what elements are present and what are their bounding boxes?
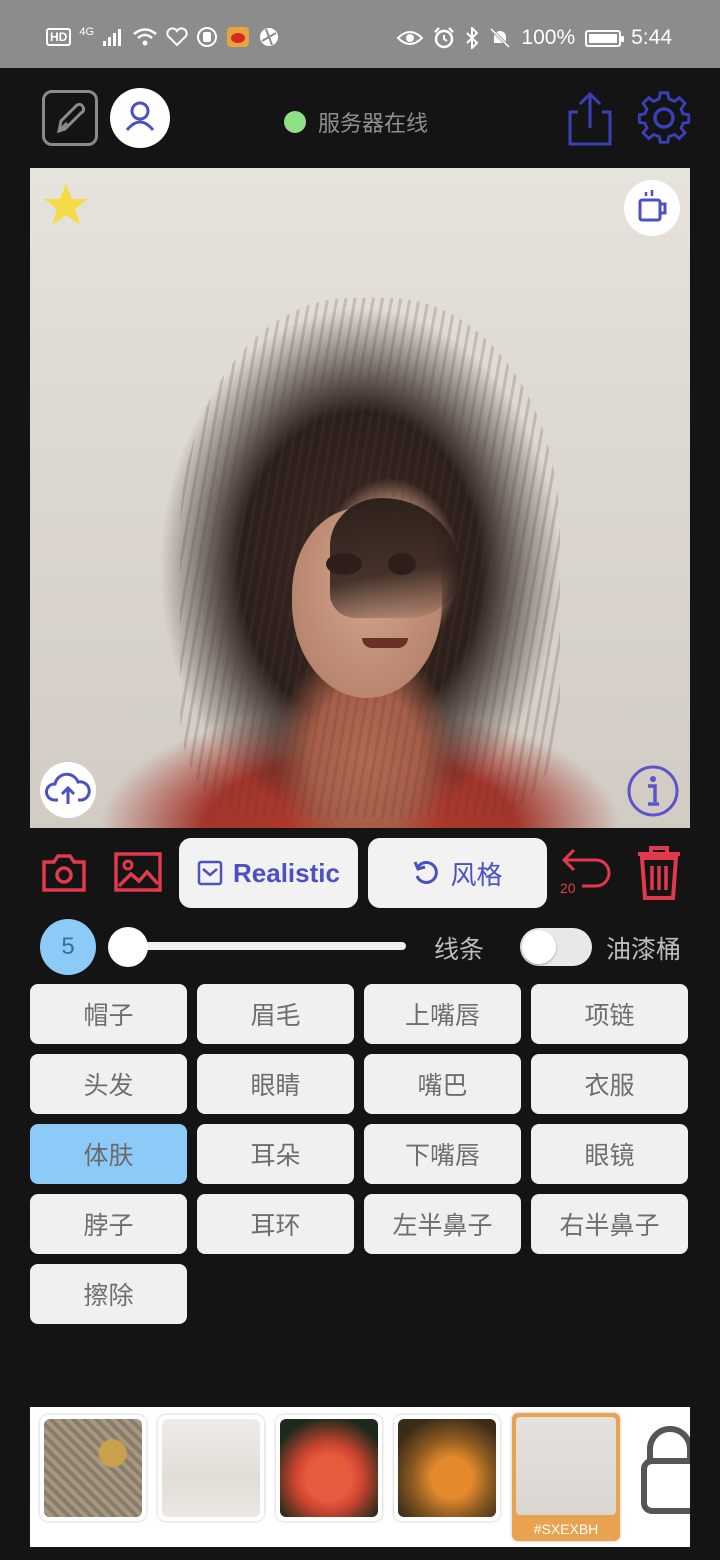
user-profile-button[interactable]: [110, 88, 170, 148]
clock: 5:44: [631, 26, 672, 49]
part-chip[interactable]: 耳环: [197, 1194, 354, 1254]
coffee-cup-icon: [638, 190, 667, 222]
favorite-button[interactable]: [42, 182, 90, 228]
part-chip[interactable]: 眉毛: [197, 984, 354, 1044]
undo-count: 20: [560, 880, 576, 896]
user-icon: [125, 101, 155, 131]
info-button[interactable]: [626, 764, 680, 818]
server-online-dot: [284, 111, 306, 133]
trash-icon: [638, 846, 680, 900]
alarm-icon: [434, 27, 455, 49]
part-chip[interactable]: 嘴巴: [364, 1054, 521, 1114]
texture-strip[interactable]: #SXEXBH: [30, 1407, 690, 1547]
network-type-label: 4G: [79, 26, 95, 38]
server-status-text: 服务器在线: [318, 112, 429, 137]
gear-icon: [637, 91, 691, 144]
refresh-icon: [414, 860, 439, 884]
camera-icon: [42, 854, 86, 892]
part-chip[interactable]: 项链: [531, 984, 688, 1044]
checkbox-icon: [197, 860, 223, 886]
part-chip[interactable]: 耳朵: [197, 1124, 354, 1184]
edit-mode-button[interactable]: [42, 90, 98, 146]
texture-swatch: [516, 1417, 616, 1515]
paint-bucket-toggle[interactable]: [520, 928, 592, 966]
texture-swatch: [280, 1419, 378, 1517]
delete-button[interactable]: [634, 844, 684, 902]
part-chip[interactable]: 眼镜: [531, 1124, 688, 1184]
undo-button[interactable]: 20: [560, 846, 616, 898]
texture-thumbnail[interactable]: [40, 1415, 146, 1521]
hd-label: HD: [46, 28, 72, 46]
status-bar: HD 4G 100% 5:44: [0, 0, 720, 68]
texture-thumbnail[interactable]: [276, 1415, 382, 1521]
texture-thumbnail-selected[interactable]: #SXEXBH: [512, 1413, 620, 1541]
bluetooth-icon: [466, 27, 479, 49]
wifi-icon: [133, 28, 157, 46]
part-chip[interactable]: 脖子: [30, 1194, 187, 1254]
realistic-label: Realistic: [233, 857, 340, 888]
part-chip[interactable]: 上嘴唇: [364, 984, 521, 1044]
cloud-upload-button[interactable]: [40, 762, 96, 818]
pen-icon: [57, 102, 86, 134]
part-chip[interactable]: 下嘴唇: [364, 1124, 521, 1184]
style-label: 风格: [450, 860, 503, 891]
signal-icon: [103, 29, 122, 46]
part-chip[interactable]: 体肤: [30, 1124, 187, 1184]
status-right: 100% 5:44: [397, 26, 672, 50]
portrait-mouth: [362, 638, 408, 648]
part-chip[interactable]: 帽子: [30, 984, 187, 1044]
drawing-canvas[interactable]: [30, 168, 690, 828]
brush-size-slider-thumb[interactable]: [108, 927, 148, 967]
part-chip[interactable]: 眼睛: [197, 1054, 354, 1114]
image-icon: [114, 852, 162, 892]
texture-thumbnail[interactable]: [158, 1415, 264, 1521]
lines-mode-label: 线条: [434, 935, 485, 964]
eye-icon: [397, 31, 424, 45]
style-button[interactable]: 风格: [368, 838, 547, 908]
part-chip[interactable]: 衣服: [531, 1054, 688, 1114]
settings-button[interactable]: [636, 90, 692, 146]
texture-thumbnail[interactable]: [394, 1415, 500, 1521]
texture-code: #SXEXBH: [533, 1521, 599, 1537]
cloud-upload-icon: [45, 772, 91, 804]
part-chip[interactable]: 左半鼻子: [364, 1194, 521, 1254]
locked-texture[interactable]: [630, 1415, 690, 1521]
texture-swatch: [398, 1419, 496, 1517]
texture-swatch: [44, 1419, 142, 1517]
health-heart-icon: [166, 27, 188, 47]
part-chip[interactable]: 擦除: [30, 1264, 187, 1324]
weibo-icon: [227, 27, 250, 47]
share-icon: [568, 91, 612, 146]
mute-bell-icon: [490, 27, 511, 49]
app-ball-icon: [260, 28, 279, 46]
paint-bucket-label: 油漆桶: [606, 935, 682, 964]
star-icon: [44, 184, 88, 225]
brush-size-slider[interactable]: [118, 942, 406, 950]
camera-button[interactable]: [40, 850, 88, 894]
status-left: HD 4G: [46, 26, 280, 48]
battery-percent: 100%: [521, 26, 576, 49]
coffee-button[interactable]: [624, 180, 680, 236]
part-chip[interactable]: 头发: [30, 1054, 187, 1114]
brush-size-indicator: 5: [40, 919, 96, 975]
toggle-knob: [522, 930, 556, 964]
share-button[interactable]: [564, 90, 616, 148]
part-chip[interactable]: 右半鼻子: [531, 1194, 688, 1254]
info-icon: [627, 765, 679, 817]
battery-icon: [585, 29, 625, 47]
realistic-mode-button[interactable]: Realistic: [179, 838, 358, 908]
gallery-button[interactable]: [113, 850, 163, 894]
lock-icon: [641, 1426, 690, 1514]
texture-swatch: [162, 1419, 260, 1517]
server-status: 服务器在线: [284, 106, 428, 138]
app-hand-icon: [197, 27, 218, 47]
